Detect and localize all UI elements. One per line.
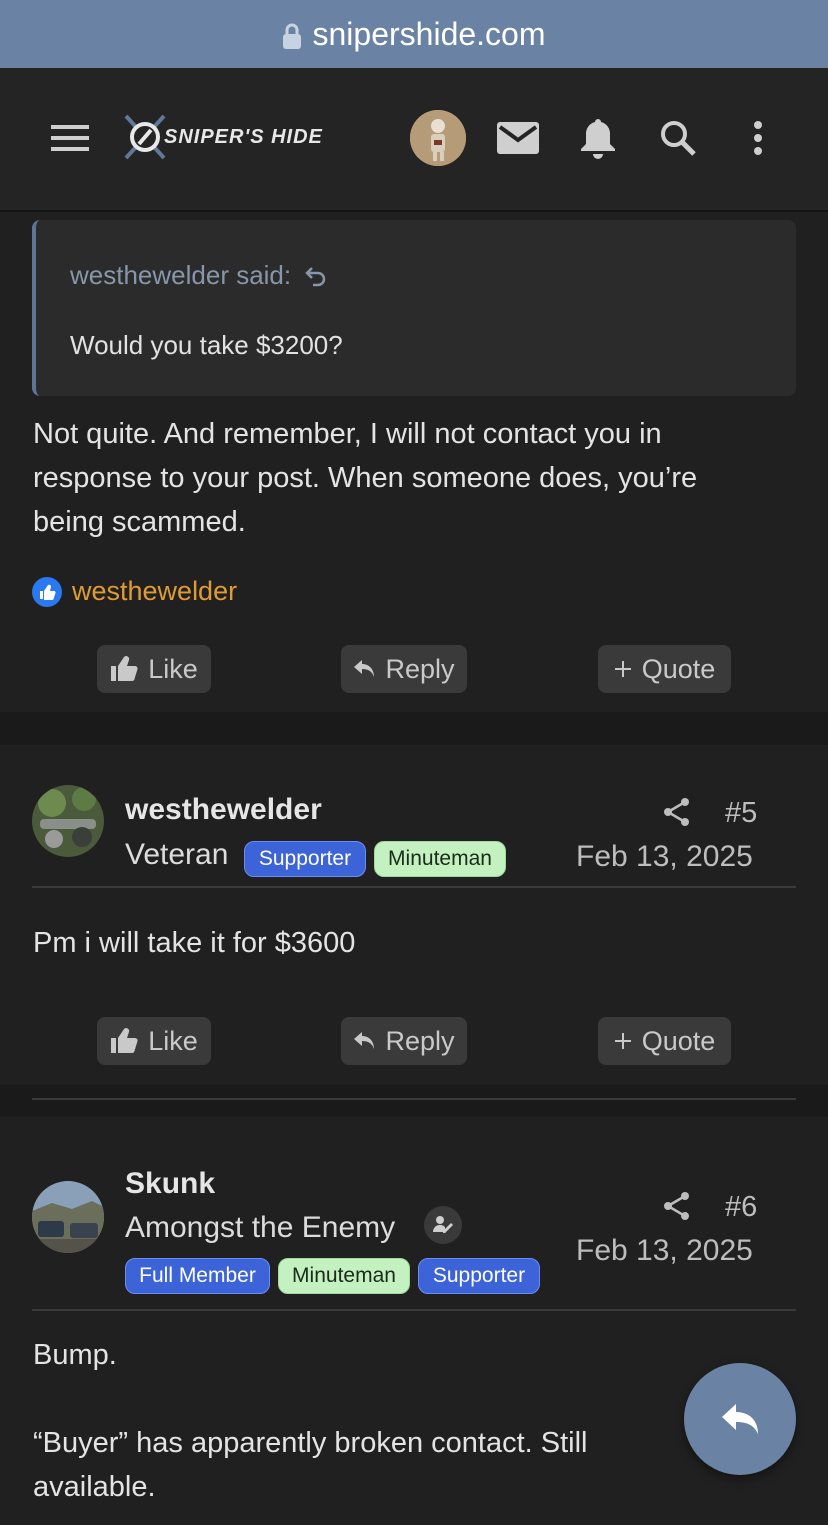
reply-arrow-icon [722,1404,758,1434]
like-reaction-icon [32,576,62,607]
badge-minuteman: Minuteman [374,841,506,877]
quote-button[interactable]: Quote [598,1017,731,1065]
site-logo[interactable]: SNIPER'S HIDE [120,106,365,170]
reaction-user[interactable]: westhewelder [72,576,237,607]
bell-icon[interactable] [578,106,618,170]
username[interactable]: Skunk [125,1167,215,1201]
quote-attribution[interactable]: westhewelder said: [70,260,327,291]
like-thumb-icon [111,656,138,682]
share-icon[interactable] [662,797,692,832]
reply-button[interactable]: Reply [341,1017,467,1065]
browser-url: snipershide.com [312,15,546,52]
plus-icon [614,1033,631,1049]
quote-button[interactable]: Quote [598,645,731,693]
floating-reply-button[interactable] [684,1363,796,1475]
avatar[interactable] [410,110,466,166]
mail-icon[interactable] [496,106,540,170]
badge-supporter: Supporter [244,841,366,877]
browser-url-bar[interactable]: snipershide.com [0,0,828,68]
quote-block: westhewelder said: Would you take $3200? [32,220,796,396]
lock-icon [282,23,301,49]
reply-button[interactable]: Reply [341,645,467,693]
like-button[interactable]: Like [97,645,211,693]
avatar[interactable] [32,1181,104,1253]
user-title: Veteran [125,838,229,871]
like-button[interactable]: Like [97,1017,211,1065]
reply-arrow-icon [354,660,375,677]
post-date[interactable]: Feb 13, 2025 [576,1234,753,1268]
search-icon[interactable] [658,106,698,170]
reply-arrow-icon [305,266,326,286]
post-number[interactable]: #6 [725,1191,757,1224]
username[interactable]: westhewelder [125,793,322,827]
post-divider [32,1309,796,1311]
badge-minuteman: Minuteman [278,1258,410,1294]
divider [32,1098,796,1100]
badge-supporter: Supporter [418,1258,540,1294]
menu-icon[interactable] [50,106,90,170]
plus-icon [614,661,631,677]
post-5: westhewelder Veteran Supporter Minuteman… [0,745,828,1100]
post-6: Skunk Amongst the Enemy Full Member Minu… [0,1117,828,1525]
post-body: Not quite. And remember, I will not cont… [33,418,698,538]
share-icon[interactable] [662,1191,692,1226]
quote-text: Would you take $3200? [70,330,343,360]
post-date[interactable]: Feb 13, 2025 [576,840,753,874]
post-4: westhewelder said: Would you take $3200?… [0,212,828,712]
user-title: Amongst the Enemy [125,1211,396,1244]
avatar[interactable] [32,785,104,857]
edit-user-icon[interactable] [424,1206,462,1244]
like-thumb-icon [111,1028,138,1054]
reaction-summary[interactable]: westhewelder [32,576,237,607]
logo-text: SNIPER'S HIDE [164,126,323,148]
more-vertical-icon[interactable] [748,106,768,170]
reply-arrow-icon [354,1032,375,1049]
site-header: SNIPER'S HIDE [0,68,828,212]
thread-content: westhewelder said: Would you take $3200?… [0,212,828,1525]
post-body: Bump. “Buyer” has apparently broken cont… [33,1339,588,1503]
badge-full-member: Full Member [125,1258,270,1294]
post-number[interactable]: #5 [725,797,757,830]
post-body: Pm i will take it for $3600 [33,927,356,959]
post-divider [32,886,796,888]
